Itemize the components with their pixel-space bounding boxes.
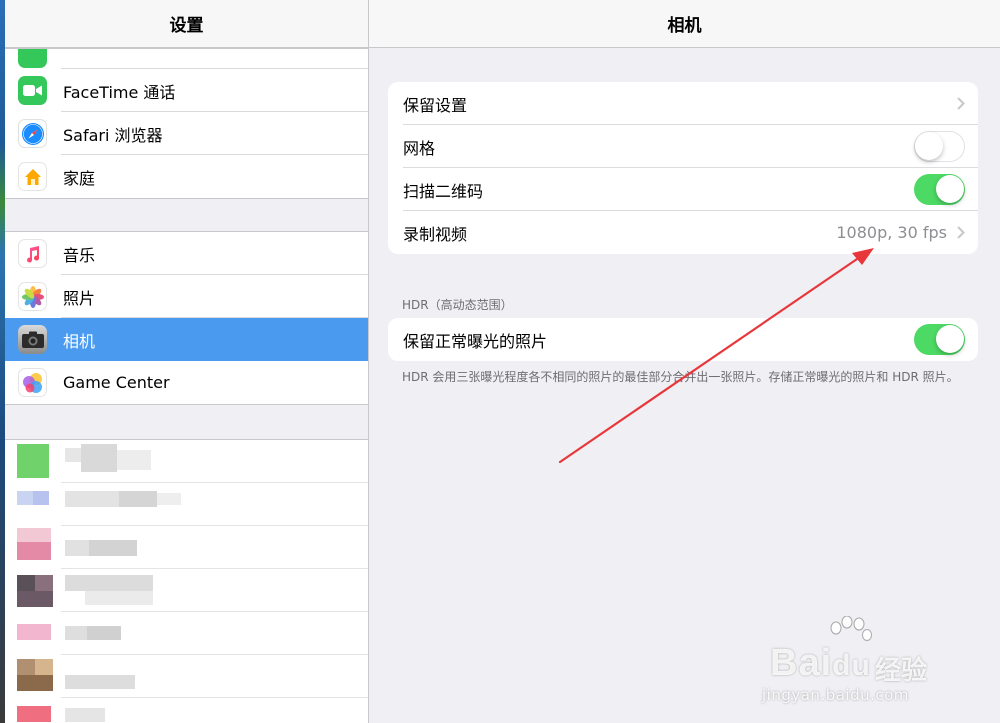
settings-group-1: FaceTime 通话 Safari 浏览器 家庭 — [5, 48, 368, 199]
redacted-row[interactable] — [5, 612, 368, 655]
detail-title: 相机 — [667, 16, 702, 36]
game-center-icon — [18, 368, 47, 397]
camera-icon — [18, 325, 47, 354]
sidebar-item-label: 音乐 — [63, 245, 96, 265]
hdr-settings-group: 保留正常曝光的照片 — [388, 318, 978, 361]
settings-group-2: 音乐 照片 相机 Game Center — [5, 231, 368, 405]
hdr-footer-text: HDR 会用三张曝光程度各不相同的照片的最佳部分合并出一张照片。存储正常曝光的照… — [402, 370, 959, 384]
redacted-row[interactable] — [5, 655, 368, 698]
grid-label: 网格 — [403, 138, 436, 158]
scan-qr-label: 扫描二维码 — [403, 181, 484, 201]
music-icon — [18, 239, 47, 268]
scan-qr-row: 扫描二维码 — [388, 168, 978, 211]
sidebar-item-home[interactable]: 家庭 — [5, 155, 368, 198]
safari-icon — [18, 119, 47, 148]
sidebar-item-label: FaceTime 通话 — [63, 82, 176, 102]
redacted-row[interactable] — [5, 569, 368, 612]
record-video-label: 录制视频 — [403, 224, 468, 244]
redacted-row[interactable] — [5, 698, 368, 723]
preserve-settings-row[interactable]: 保留设置 — [388, 82, 978, 125]
sidebar-item-photos[interactable]: 照片 — [5, 275, 368, 318]
photos-icon — [18, 282, 47, 311]
sidebar-item-label: 相机 — [63, 331, 96, 351]
record-video-row[interactable]: 录制视频 1080p, 30 fps — [388, 211, 978, 254]
sidebar-item-game-center[interactable]: Game Center — [5, 361, 368, 404]
messages-icon — [18, 49, 47, 68]
sidebar-item-safari[interactable]: Safari 浏览器 — [5, 112, 368, 155]
sidebar-item-label: 家庭 — [63, 168, 96, 188]
record-video-value: 1080p, 30 fps — [836, 223, 947, 242]
redacted-row[interactable] — [5, 526, 368, 569]
chevron-right-icon — [957, 97, 965, 110]
hdr-section-header: HDR（高动态范围） — [402, 298, 513, 312]
chevron-right-icon — [957, 226, 965, 239]
watermark-url: jingyan.baidu.com — [762, 686, 909, 704]
redacted-row[interactable] — [5, 440, 368, 483]
camera-settings-group: 保留设置 网格 扫描二维码 录制视频 1080p, 30 fps — [388, 82, 978, 254]
settings-master-pane: 设置 FaceTime 通话 Safari 浏览器 家庭 音乐 照片 相机 Ga… — [5, 0, 369, 723]
watermark-service: 经验 — [875, 656, 928, 686]
redacted-row[interactable] — [5, 483, 368, 526]
detail-nav-bar: 相机 — [369, 0, 1000, 48]
keep-normal-photo-toggle[interactable] — [914, 324, 965, 355]
master-nav-bar: 设置 — [5, 0, 368, 48]
keep-normal-photo-label: 保留正常曝光的照片 — [403, 331, 548, 351]
watermark-brand: Baidu — [770, 642, 871, 684]
sidebar-item-label: Game Center — [63, 373, 170, 392]
sidebar-item-label: 照片 — [63, 288, 96, 308]
scan-qr-toggle[interactable] — [914, 174, 965, 205]
home-icon — [18, 162, 47, 191]
sidebar-item-messages[interactable] — [5, 49, 368, 69]
master-title: 设置 — [169, 16, 204, 36]
sidebar-item-label: Safari 浏览器 — [63, 125, 163, 145]
sidebar-item-facetime[interactable]: FaceTime 通话 — [5, 69, 368, 112]
preserve-settings-label: 保留设置 — [403, 95, 468, 115]
redacted-app-list — [5, 439, 368, 723]
sidebar-item-camera[interactable]: 相机 — [5, 318, 368, 361]
grid-toggle[interactable] — [914, 131, 965, 162]
keep-normal-photo-row: 保留正常曝光的照片 — [388, 318, 978, 361]
grid-row: 网格 — [388, 125, 978, 168]
facetime-icon — [18, 76, 47, 105]
baidu-watermark: Baidu 经验 jingyan.baidu.com — [762, 612, 962, 712]
sidebar-item-music[interactable]: 音乐 — [5, 232, 368, 275]
